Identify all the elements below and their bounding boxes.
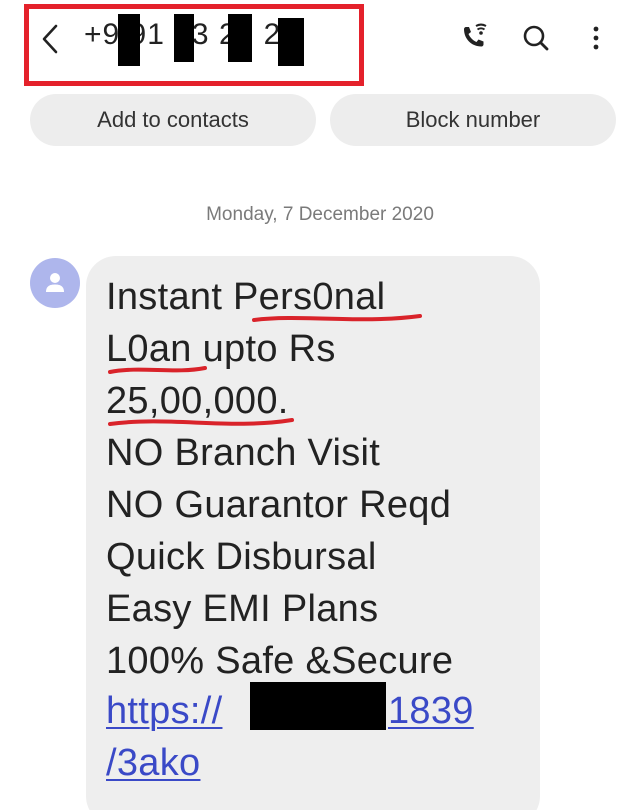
avatar[interactable] bbox=[30, 258, 80, 308]
message-line: Instant Pers0nal bbox=[106, 276, 386, 318]
message-line: 100% Safe &Secure bbox=[106, 640, 454, 682]
wifi-call-icon[interactable] bbox=[456, 20, 492, 56]
message-line: 25,00,000. bbox=[106, 380, 289, 422]
more-vert-icon[interactable] bbox=[578, 20, 614, 56]
message-link-start[interactable]: https:// bbox=[106, 690, 222, 733]
message-link-line-2[interactable]: /3ako bbox=[106, 742, 200, 785]
message-link-end[interactable]: 1839 bbox=[388, 690, 474, 733]
message-line: Quick Disbursal bbox=[106, 536, 377, 578]
message-line: NO Guarantor Reqd bbox=[106, 484, 452, 526]
highlight-box bbox=[24, 4, 364, 86]
person-icon bbox=[46, 273, 64, 292]
date-separator: Monday, 7 December 2020 bbox=[206, 204, 434, 225]
message-line: Easy EMI Plans bbox=[106, 588, 379, 630]
search-icon[interactable] bbox=[518, 20, 554, 56]
block-number-button[interactable]: Block number bbox=[330, 94, 616, 146]
message-line: L0an upto Rs bbox=[106, 328, 336, 370]
add-to-contacts-button[interactable]: Add to contacts bbox=[30, 94, 316, 146]
app-header: +9 91 93 27 2 bbox=[0, 0, 640, 86]
redaction-bar bbox=[250, 682, 386, 730]
message-line: NO Branch Visit bbox=[106, 432, 381, 474]
